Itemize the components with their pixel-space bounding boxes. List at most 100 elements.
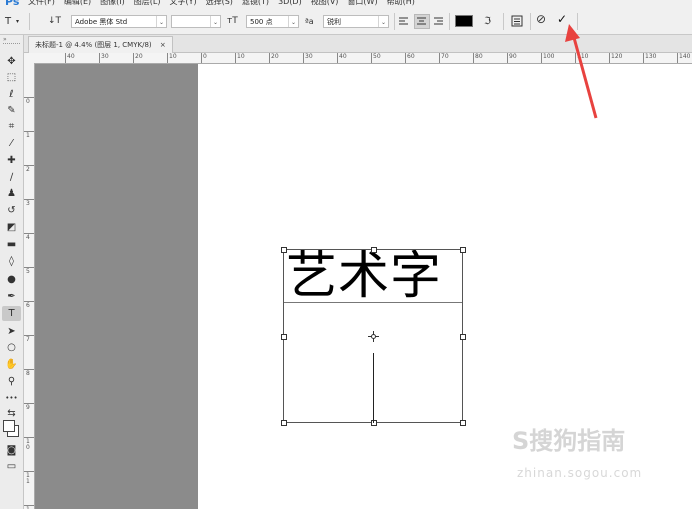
font-family-select[interactable]: Adobe 黑体 Std ⌄: [71, 15, 167, 28]
text-cursor: [373, 353, 374, 423]
ruler-tick-label: 140: [679, 53, 691, 60]
transform-handle[interactable]: [281, 420, 287, 426]
quick-mask-icon[interactable]: ◙: [2, 443, 21, 458]
ruler-tick-label: 2: [26, 166, 30, 173]
transform-handle[interactable]: [460, 334, 466, 340]
document-tab-title: 未标题-1 @ 4.4% (图层 1, CMYK/8): [35, 41, 152, 49]
pasteboard: [35, 64, 198, 509]
ruler-tick: [643, 53, 644, 63]
document-tab[interactable]: 未标题-1 @ 4.4% (图层 1, CMYK/8) ×: [28, 36, 173, 53]
move-tool-icon[interactable]: ✥: [2, 54, 21, 69]
ruler-tick-label: 7: [26, 336, 30, 343]
ellipse-tool-icon[interactable]: ○: [2, 340, 21, 355]
healing-brush-tool-icon[interactable]: ✚: [2, 153, 21, 168]
text-color-swatch[interactable]: [455, 15, 473, 27]
menu-item[interactable]: 滤镜(T): [242, 0, 269, 6]
align-left-icon[interactable]: [398, 16, 409, 27]
ruler-tick: [24, 233, 34, 234]
type-tool-preset-icon[interactable]: T: [5, 15, 11, 28]
ruler-tick-label: 10: [169, 53, 177, 60]
color-swatches-icon[interactable]: [2, 417, 21, 439]
menu-item[interactable]: 文字(Y): [169, 0, 196, 6]
zoom-tool-icon[interactable]: ⚲: [2, 374, 21, 389]
ruler-tick: [473, 53, 474, 63]
history-brush-tool-icon[interactable]: ↺: [2, 203, 21, 218]
panel-collapse-icon[interactable]: »: [3, 36, 7, 43]
ruler-tick: [24, 199, 34, 200]
transform-handle[interactable]: [371, 420, 377, 426]
hand-tool-icon[interactable]: ✋: [2, 357, 21, 372]
transform-handle[interactable]: [460, 247, 466, 253]
clone-stamp-tool-icon[interactable]: ♟: [2, 186, 21, 201]
preset-arrow-icon[interactable]: ▾: [16, 15, 19, 28]
transform-handle[interactable]: [281, 334, 287, 340]
text-orientation-icon[interactable]: ↓T: [48, 15, 61, 28]
align-right-icon[interactable]: [433, 16, 444, 27]
font-size-select[interactable]: 500 点 ⌄: [246, 15, 299, 28]
lasso-tool-icon[interactable]: ℓ: [2, 87, 21, 102]
close-icon[interactable]: ×: [160, 41, 166, 49]
cancel-icon[interactable]: ⊘: [536, 13, 546, 26]
ruler-tick: [371, 53, 372, 63]
font-style-select[interactable]: ⌄: [171, 15, 221, 28]
ruler-tick-label: 3: [26, 200, 30, 207]
screen-mode-icon[interactable]: ▭: [2, 459, 21, 474]
separator: [530, 13, 531, 30]
more-tools-icon[interactable]: •••: [2, 391, 21, 406]
vertical-ruler[interactable]: 0123456789101112: [24, 63, 35, 509]
menu-item[interactable]: 3D(D): [278, 0, 302, 6]
transform-handle[interactable]: [281, 247, 287, 253]
ruler-tick-label: 30: [101, 53, 109, 60]
transform-handle[interactable]: [371, 247, 377, 253]
menu-item[interactable]: 图层(L): [134, 0, 161, 6]
ruler-tick-label: 40: [339, 53, 347, 60]
reference-point-icon[interactable]: [368, 331, 379, 342]
eyedropper-tool-icon[interactable]: ⁄: [2, 136, 21, 151]
menu-item[interactable]: 编辑(E): [64, 0, 91, 6]
panel-grip[interactable]: [3, 43, 20, 46]
warp-text-icon[interactable]: ℑ: [484, 15, 491, 28]
marquee-tool-icon[interactable]: ⬚: [2, 70, 21, 85]
ruler-tick: [541, 53, 542, 63]
crop-tool-icon[interactable]: ⌗: [2, 119, 21, 134]
tools-panel: » ✥ ⬚ ℓ ✎ ⌗ ⁄ ✚ ∕ ♟ ↺ ◩ ▬ ◊ ● ✒ T ➤ ○ ✋ ⚲ ••• ⇆ ◙ ▭: [0, 35, 24, 509]
menu-item[interactable]: 选择(S): [206, 0, 233, 6]
ruler-tick-label: 120: [611, 53, 623, 60]
ruler-tick-label: 0: [203, 53, 207, 60]
foreground-color-swatch[interactable]: [3, 420, 15, 432]
menu-item[interactable]: 帮助(H): [387, 0, 415, 6]
menu-item[interactable]: 视图(V): [311, 0, 339, 6]
type-tool-icon[interactable]: T: [2, 306, 21, 321]
ruler-tick-label: 70: [441, 53, 449, 60]
brush-tool-icon[interactable]: ∕: [2, 170, 21, 185]
gradient-tool-icon[interactable]: ▬: [2, 237, 21, 252]
ruler-tick: [24, 505, 34, 506]
antialias-icon: ªa: [305, 17, 314, 26]
ruler-tick: [24, 335, 34, 336]
ruler-tick-label: 20: [271, 53, 279, 60]
menu-item[interactable]: 图像(I): [100, 0, 125, 6]
character-panel-icon[interactable]: [511, 15, 523, 27]
ruler-tick: [24, 165, 34, 166]
ruler-tick: [99, 53, 100, 63]
pen-tool-icon[interactable]: ✒: [2, 289, 21, 304]
ruler-tick: [24, 267, 34, 268]
blur-tool-icon[interactable]: ◊: [2, 254, 21, 269]
separator: [29, 13, 30, 30]
ruler-tick-label: 1: [26, 132, 30, 139]
ruler-tick-label: 60: [407, 53, 415, 60]
antialias-select[interactable]: 锐利 ⌄: [323, 15, 389, 28]
transform-handle[interactable]: [460, 420, 466, 426]
ruler-tick: [24, 131, 34, 132]
align-center-icon[interactable]: [416, 16, 427, 27]
ruler-tick: [439, 53, 440, 63]
photoshop-logo: Ps: [5, 0, 20, 8]
dodge-tool-icon[interactable]: ●: [2, 272, 21, 287]
menu-item[interactable]: 窗口(W): [347, 0, 377, 6]
ruler-tick: [167, 53, 168, 63]
path-select-tool-icon[interactable]: ➤: [2, 324, 21, 339]
menu-item[interactable]: 文件(F): [28, 0, 55, 6]
ruler-tick-label: 11: [26, 472, 30, 485]
eraser-tool-icon[interactable]: ◩: [2, 220, 21, 235]
quick-select-tool-icon[interactable]: ✎: [2, 103, 21, 118]
